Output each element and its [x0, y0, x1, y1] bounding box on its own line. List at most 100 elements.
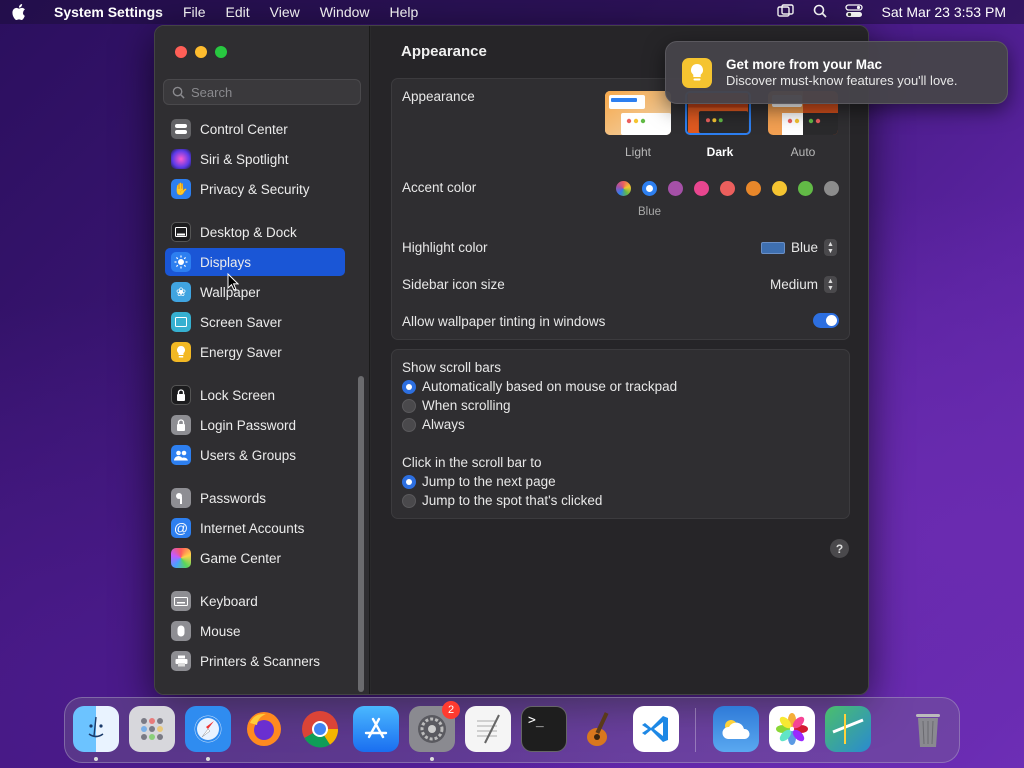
control-center-icon[interactable] — [845, 3, 864, 21]
accent-red[interactable] — [720, 181, 735, 196]
highlight-swatch — [760, 241, 785, 254]
menu-window[interactable]: Window — [310, 4, 380, 20]
appearance-light-option[interactable] — [605, 91, 671, 135]
dock-textedit-icon[interactable] — [465, 706, 511, 752]
sidebar-item-login-password[interactable]: Login Password — [165, 411, 345, 439]
radio-scroll-when-scrolling[interactable]: When scrolling — [402, 398, 511, 413]
sidebar-item-passwords[interactable]: Passwords — [165, 484, 345, 512]
sidebar-item-internet-accounts[interactable]: @ Internet Accounts — [165, 514, 345, 542]
sidebar-item-label: Users & Groups — [200, 447, 297, 463]
dock-firefox-icon[interactable] — [241, 706, 287, 752]
accent-green[interactable] — [798, 181, 813, 196]
dock-running-indicator — [206, 757, 210, 761]
wallpaper-icon: ❀ — [171, 282, 191, 302]
sidebar-item-siri-spotlight[interactable]: Siri & Spotlight — [165, 145, 345, 173]
radio-label: Automatically based on mouse or trackpad — [422, 379, 678, 394]
sidebar-item-wallpaper[interactable]: ❀ Wallpaper — [165, 278, 345, 306]
menu-view[interactable]: View — [260, 4, 310, 20]
sidebar-item-label: Internet Accounts — [200, 520, 305, 536]
system-settings-window: Search Control Center Siri & Spotlight ✋… — [154, 25, 869, 695]
sidebar-item-privacy-security[interactable]: ✋ Privacy & Security — [165, 175, 345, 203]
dock-finder-icon[interactable] — [73, 706, 119, 752]
menu-app-name[interactable]: System Settings — [40, 4, 173, 20]
sidebar-scrollbar[interactable] — [358, 376, 364, 692]
accent-yellow[interactable] — [772, 181, 787, 196]
sidebar-item-keyboard[interactable]: Keyboard — [165, 587, 345, 615]
sidebar-icon-size-popup[interactable]: Medium ▲ ▼ — [770, 276, 837, 293]
radio-button — [402, 493, 416, 508]
sidebar-item-label: Screen Saver — [200, 314, 282, 330]
sidebar-item-screen-saver[interactable]: Screen Saver — [165, 308, 345, 336]
sidebar-item-mouse[interactable]: Mouse — [165, 617, 345, 645]
spotlight-search-icon[interactable] — [813, 4, 828, 21]
accent-graphite[interactable] — [824, 181, 839, 196]
sidebar-item-control-center[interactable]: Control Center — [165, 115, 345, 143]
sidebar-item-label: Privacy & Security — [200, 181, 310, 197]
dock-app-store-icon[interactable] — [353, 706, 399, 752]
screen-mirroring-icon[interactable] — [777, 3, 795, 21]
dock-chrome-icon[interactable] — [297, 706, 343, 752]
sidebar-item-label: Login Password — [200, 417, 297, 433]
dock-vscode-icon[interactable] — [633, 706, 679, 752]
dock-safari-icon[interactable] — [185, 706, 231, 752]
dock-weather-icon[interactable] — [713, 706, 759, 752]
wallpaper-tinting-toggle[interactable] — [813, 313, 839, 328]
accent-pink[interactable] — [694, 181, 709, 196]
zoom-button[interactable] — [215, 46, 227, 58]
sidebar-item-lock-screen[interactable]: Lock Screen — [165, 381, 345, 409]
sidebar-item-label: Control Center — [200, 121, 288, 137]
sidebar-item-desktop-dock[interactable]: Desktop & Dock — [165, 218, 345, 246]
sun-icon — [171, 252, 191, 272]
sidebar-item-game-center[interactable]: Game Center — [165, 544, 345, 572]
accent-blue[interactable] — [642, 181, 657, 196]
dock-system-settings-icon[interactable]: 2 — [409, 701, 460, 752]
dock-maps-icon[interactable] — [825, 706, 871, 752]
menu-clock[interactable]: Sat Mar 23 3:53 PM — [881, 4, 1012, 20]
accent-multicolor[interactable] — [616, 181, 631, 196]
dock-terminal-icon[interactable]: >_ — [521, 706, 567, 752]
sidebar-item-label: Displays — [200, 254, 252, 270]
radio-jump-next-page[interactable]: Jump to the next page — [402, 474, 556, 489]
scroll-bars-label: Show scroll bars — [402, 360, 502, 375]
highlight-color-popup[interactable]: Blue ▲ ▼ — [760, 239, 837, 256]
dock-trash-icon[interactable] — [905, 706, 951, 752]
sidebar-item-printers-scanners[interactable]: Printers & Scanners — [165, 647, 345, 675]
menu-file[interactable]: File — [173, 4, 216, 20]
dock-separator — [695, 708, 696, 752]
accent-caption: Blue — [638, 206, 662, 218]
printer-icon — [171, 651, 191, 671]
accent-purple[interactable] — [668, 181, 683, 196]
close-button[interactable] — [175, 46, 187, 58]
radio-button — [402, 474, 416, 489]
accent-orange[interactable] — [746, 181, 761, 196]
radio-button — [402, 417, 416, 432]
apple-menu-icon[interactable] — [12, 4, 40, 20]
dock-photos-icon[interactable] — [769, 706, 815, 752]
search-input[interactable]: Search — [163, 79, 361, 105]
at-icon: @ — [171, 518, 191, 538]
notification-banner[interactable]: Get more from your Mac Discover must-kno… — [665, 41, 1008, 104]
help-button[interactable]: ? — [830, 539, 849, 558]
dock-garageband-icon[interactable] — [577, 706, 623, 752]
radio-label: When scrolling — [422, 398, 511, 413]
sidebar-item-displays[interactable]: Displays — [165, 248, 345, 276]
radio-scroll-auto[interactable]: Automatically based on mouse or trackpad — [402, 379, 677, 394]
menu-edit[interactable]: Edit — [216, 4, 260, 20]
notification-title: Get more from your Mac — [726, 57, 883, 72]
appearance-label: Appearance — [402, 89, 475, 104]
sidebar-item-users-groups[interactable]: Users & Groups — [165, 441, 345, 469]
sidebar-item-label: Game Center — [200, 550, 282, 566]
sidebar-item-label: Siri & Spotlight — [200, 151, 289, 167]
dock-launchpad-icon[interactable] — [129, 706, 175, 752]
sidebar-item-label: Printers & Scanners — [200, 653, 321, 669]
dock: 2 >_ — [64, 697, 960, 763]
highlight-color-label: Highlight color — [402, 240, 488, 255]
minimize-button[interactable] — [195, 46, 207, 58]
sidebar-item-energy-saver[interactable]: Energy Saver — [165, 338, 345, 366]
appearance-card: Appearance Light Dark Auto Accent color — [391, 78, 850, 340]
notification-body: Discover must-know features you'll love. — [726, 73, 958, 88]
sidebar-item-label: Energy Saver — [200, 344, 282, 360]
radio-jump-to-spot[interactable]: Jump to the spot that's clicked — [402, 493, 602, 508]
menu-help[interactable]: Help — [380, 4, 429, 20]
radio-scroll-always[interactable]: Always — [402, 417, 465, 432]
